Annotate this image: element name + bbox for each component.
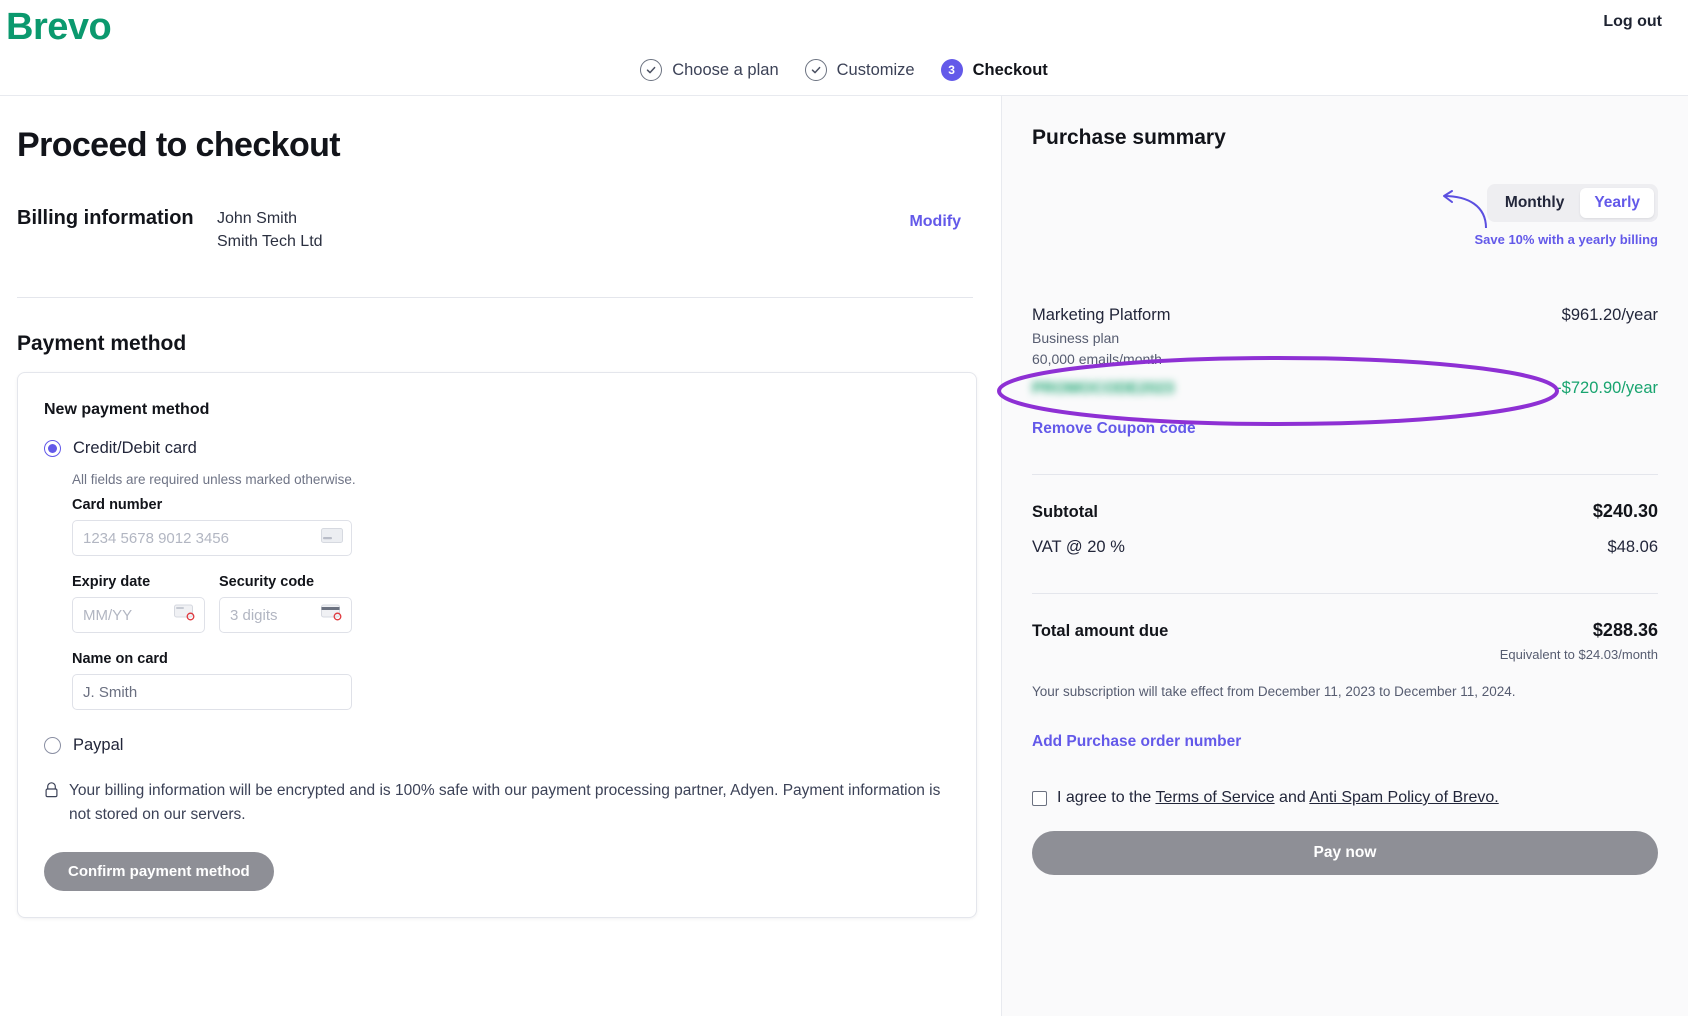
page-title: Proceed to checkout (17, 126, 341, 164)
card-number-placeholder: 1234 5678 9012 3456 (83, 529, 229, 547)
step-label: Choose a plan (672, 60, 779, 79)
name-on-card-input[interactable]: J. Smith (72, 674, 352, 711)
total-amount-due-label: Total amount due (1032, 622, 1169, 640)
card-fields: All fields are required unless marked ot… (72, 472, 950, 711)
expiry-date-input[interactable]: MM/YY (72, 597, 205, 634)
agree-middle: and (1274, 789, 1310, 806)
logout-button[interactable]: Log out (1603, 13, 1662, 31)
step-label: Checkout (972, 60, 1048, 79)
terms-of-service-link[interactable]: Terms of Service (1155, 789, 1274, 806)
radio-paypal[interactable]: Paypal (44, 736, 950, 755)
lock-icon (45, 782, 58, 798)
radio-credit-debit-card[interactable]: Credit/Debit card (44, 439, 950, 458)
add-purchase-order-link[interactable]: Add Purchase order number (1032, 733, 1241, 751)
coupon-discount-amount: -$720.90/year (1556, 379, 1658, 397)
radio-label: Paypal (73, 736, 124, 755)
payment-method-card: New payment method Credit/Debit card All… (17, 372, 977, 918)
name-field-group: Name on card J. Smith (72, 651, 950, 711)
billing-cycle-toggle[interactable]: Monthly Yearly (1486, 184, 1658, 222)
billing-name: John Smith (217, 210, 298, 227)
purchase-summary-pane: Purchase summary Monthly Yearly Save 10%… (1002, 96, 1688, 1016)
expiry-date-label: Expiry date (72, 574, 151, 591)
vat-label: VAT @ 20 % (1032, 538, 1125, 556)
step-label: Customize (836, 60, 915, 79)
terms-checkbox[interactable] (1032, 790, 1047, 806)
billing-information-row: Billing information John Smith Smith Tec… (17, 207, 973, 253)
anti-spam-policy-link[interactable]: Anti Spam Policy of Brevo. (1309, 789, 1498, 806)
summary-divider-1 (1032, 474, 1658, 475)
plan-tier: Business plan (1032, 330, 1120, 346)
yearly-save-note: Save 10% with a yearly billing (1474, 232, 1658, 247)
vat-value: $48.06 (1607, 538, 1658, 556)
page-body: Proceed to checkout Billing information … (0, 96, 1688, 1016)
pay-now-button[interactable]: Pay now (1032, 831, 1658, 875)
plan-price: $961.20/year (1561, 306, 1658, 324)
security-code-input[interactable]: 3 digits (219, 597, 352, 634)
toggle-monthly[interactable]: Monthly (1491, 188, 1578, 218)
plan-line-item: Marketing Platform Business plan 60,000 … (1032, 306, 1658, 438)
plan-name: Marketing Platform (1032, 306, 1171, 324)
plan-volume: 60,000 emails/month (1032, 351, 1162, 367)
vat-row: VAT @ 20 % $48.06 (1032, 538, 1658, 557)
expiry-security-row: Expiry date MM/YY Security code 3 digits (72, 574, 950, 634)
billing-information-label: Billing information (17, 207, 194, 229)
card-number-label: Card number (72, 497, 163, 514)
checkout-page: Brevo Log out Choose a plan Customize 3 … (0, 0, 1688, 1016)
security-code-label: Security code (219, 574, 315, 591)
radio-label: Credit/Debit card (73, 439, 197, 458)
step-choose-a-plan[interactable]: Choose a plan (640, 59, 779, 81)
billing-cycle-toggle-wrap: Monthly Yearly Save 10% with a yearly bi… (1032, 184, 1658, 247)
encryption-notice: Your billing information will be encrypt… (44, 779, 944, 826)
security-placeholder: 3 digits (230, 606, 278, 624)
monthly-equivalent: Equivalent to $24.03/month (1499, 647, 1658, 662)
checkout-form-pane: Proceed to checkout Billing information … (0, 96, 1002, 1016)
new-payment-method-heading: New payment method (44, 401, 210, 419)
expiry-field-group: Expiry date MM/YY (72, 574, 205, 634)
credit-card-icon (321, 528, 343, 548)
subtotal-label: Subtotal (1032, 503, 1098, 521)
total-amount-due-value: $288.36 (1592, 620, 1658, 640)
terms-agreement-text: I agree to the Terms of Service and Anti… (1057, 789, 1499, 807)
remove-coupon-link[interactable]: Remove Coupon code (1032, 420, 1196, 438)
confirm-payment-method-button[interactable]: Confirm payment method (44, 851, 274, 891)
billing-information-values: John Smith Smith Tech Ltd (217, 207, 323, 253)
terms-agreement-row: I agree to the Terms of Service and Anti… (1032, 789, 1658, 807)
step-number-badge: 3 (940, 59, 963, 81)
total-amount-due-row: Total amount due $288.36 (1032, 620, 1658, 641)
summary-divider-2 (1032, 593, 1658, 594)
payment-method-title: Payment method (17, 332, 187, 356)
coupon-code: PROMOCODE2023 (1032, 379, 1175, 397)
check-icon (804, 59, 827, 81)
cvv-card-icon (321, 604, 343, 626)
agree-prefix: I agree to the (1057, 789, 1156, 806)
encryption-notice-text: Your billing information will be encrypt… (69, 782, 941, 823)
step-customize[interactable]: Customize (804, 59, 915, 81)
name-placeholder: J. Smith (83, 683, 138, 701)
step-checkout[interactable]: 3 Checkout (940, 59, 1048, 81)
name-on-card-label: Name on card (72, 651, 168, 668)
radio-icon-unselected[interactable] (44, 737, 61, 755)
subscription-effect-note: Your subscription will take effect from … (1032, 684, 1516, 699)
billing-company: Smith Tech Ltd (217, 233, 323, 251)
expiry-placeholder: MM/YY (83, 606, 133, 624)
section-divider (17, 297, 973, 299)
subtotal-value: $240.30 (1592, 501, 1658, 521)
security-field-group: Security code 3 digits (219, 574, 352, 634)
checkout-stepper: Choose a plan Customize 3 Checkout (0, 59, 1688, 81)
toggle-yearly[interactable]: Yearly (1580, 188, 1654, 218)
radio-icon-selected[interactable] (44, 440, 61, 458)
card-number-input[interactable]: 1234 5678 9012 3456 (72, 520, 352, 557)
total-due-block: Total amount due $288.36 Equivalent to $… (1032, 620, 1658, 875)
purchase-summary-title: Purchase summary (1032, 126, 1226, 149)
subtotal-row: Subtotal $240.30 (1032, 501, 1658, 522)
coupon-line-item: PROMOCODE2023 -$720.90/year (1032, 379, 1658, 398)
top-bar: Brevo Log out Choose a plan Customize 3 … (0, 0, 1688, 96)
brevo-logo[interactable]: Brevo (6, 6, 112, 49)
required-fields-hint: All fields are required unless marked ot… (72, 472, 356, 488)
totals-block: Subtotal $240.30 VAT @ 20 % $48.06 (1032, 501, 1658, 557)
curved-arrow-icon (1443, 190, 1487, 229)
modify-billing-link[interactable]: Modify (909, 213, 961, 231)
check-icon (640, 59, 663, 81)
calendar-card-icon (174, 604, 196, 626)
